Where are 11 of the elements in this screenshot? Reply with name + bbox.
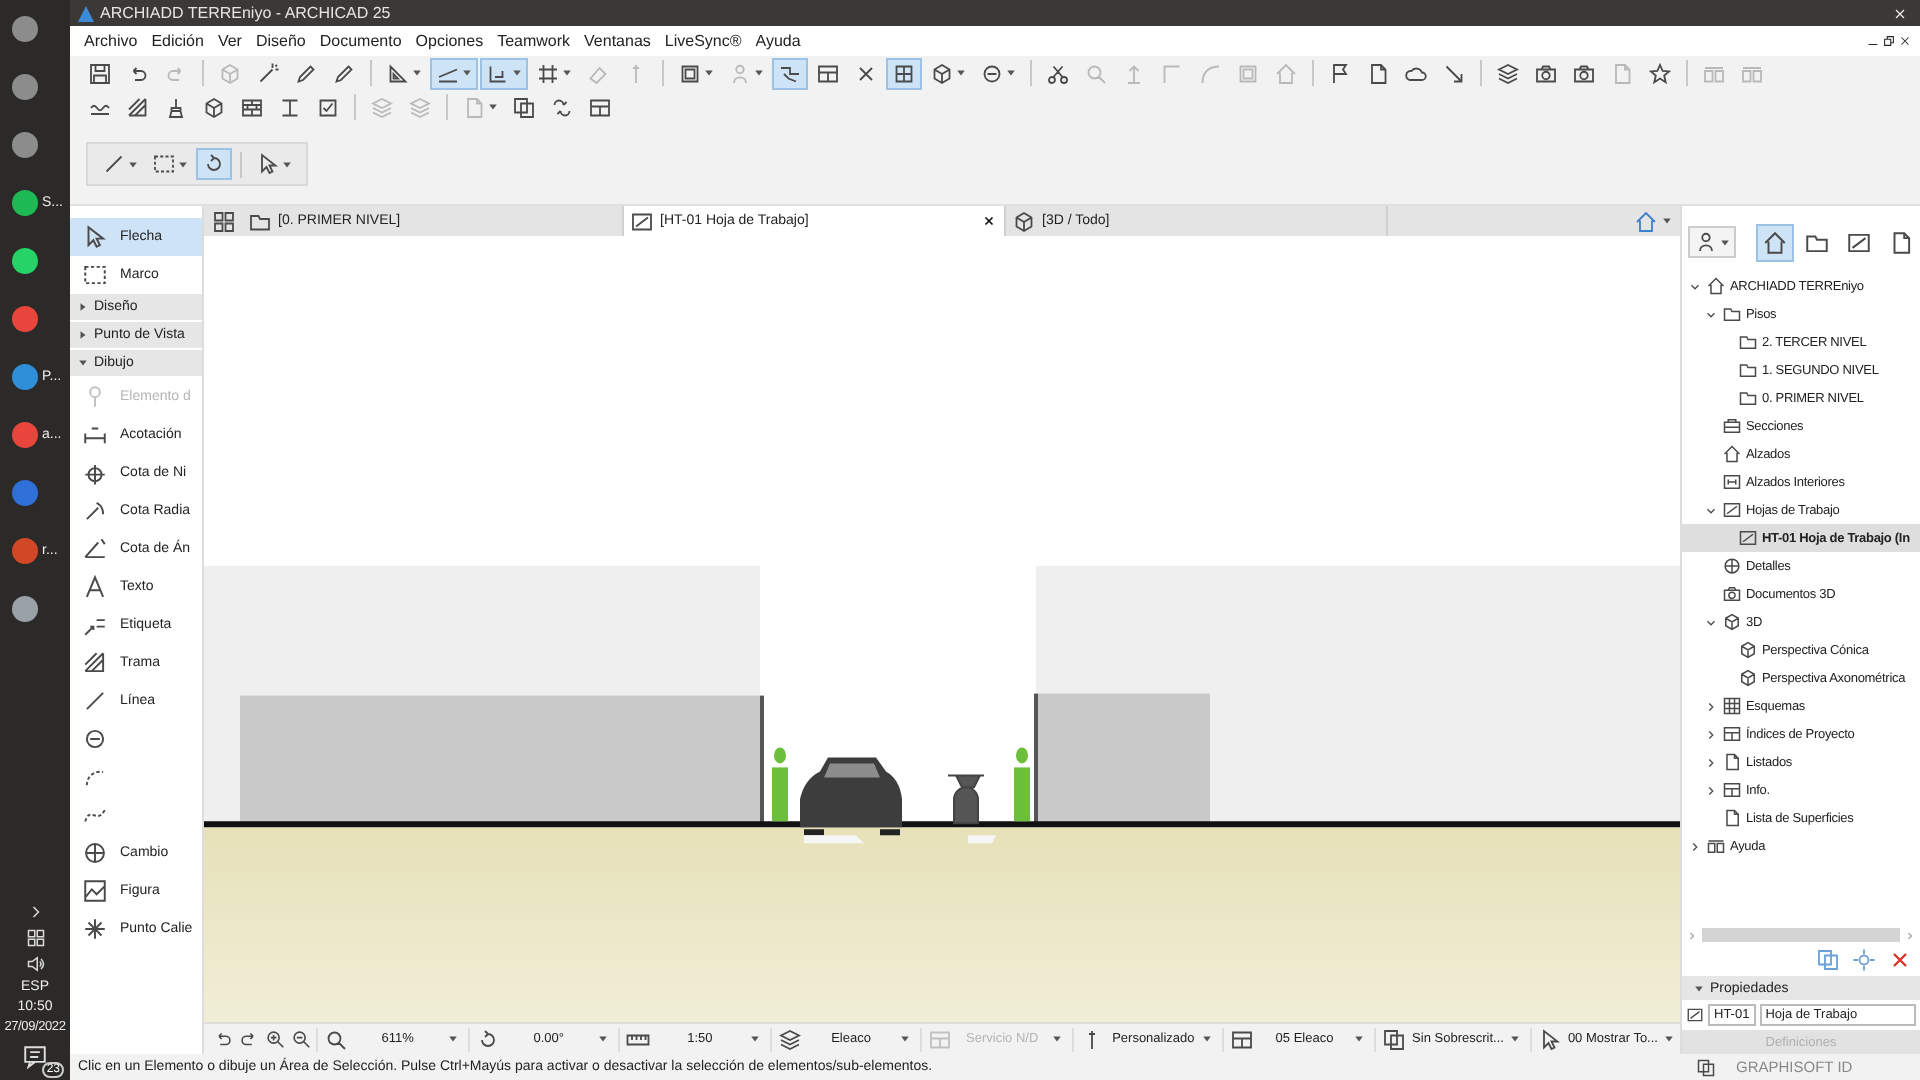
menu-item[interactable]: Documento <box>319 32 402 50</box>
menu-item[interactable]: Edición <box>151 32 204 50</box>
menu-item[interactable]: Ver <box>217 32 242 50</box>
window-title: ARCHIADD TERREniyo - ARCHICAD 25 <box>100 4 391 22</box>
menu-item[interactable]: Ayuda <box>755 32 801 50</box>
menu-item[interactable]: Teamwork <box>497 32 571 50</box>
menu-item[interactable]: Archivo <box>84 32 138 50</box>
menu-item[interactable]: LiveSync® <box>664 32 742 50</box>
menu-item[interactable]: Diseño <box>255 32 306 50</box>
menu-item[interactable]: Ventanas <box>584 32 651 50</box>
menu-item[interactable]: Opciones <box>415 32 484 50</box>
